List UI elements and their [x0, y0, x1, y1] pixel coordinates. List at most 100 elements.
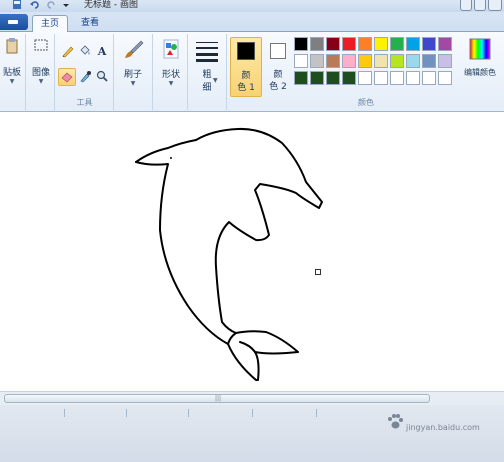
palette-swatch[interactable]: [390, 54, 404, 68]
palette-swatch[interactable]: [374, 54, 388, 68]
horizontal-scrollbar[interactable]: |||: [0, 391, 504, 405]
brushes-group: 刷子 ▼: [115, 34, 153, 110]
palette-swatch[interactable]: [374, 71, 388, 85]
palette-swatch[interactable]: [438, 71, 452, 85]
colors-group-label: 颜色: [358, 98, 374, 107]
canvas-resize-handle[interactable]: [315, 269, 321, 275]
brush-icon: [125, 40, 144, 58]
undo-icon[interactable]: [30, 0, 40, 10]
palette-swatch[interactable]: [310, 37, 324, 51]
fill-bucket-icon[interactable]: [77, 44, 93, 60]
palette-swatch[interactable]: [310, 54, 324, 68]
save-icon[interactable]: [12, 0, 22, 10]
brushes-button[interactable]: 刷子 ▼: [115, 38, 151, 87]
scrollbar-thumb[interactable]: |||: [4, 394, 430, 403]
tools-group: A 工具: [56, 34, 114, 110]
window-title: 无标题 - 画图: [84, 0, 138, 10]
eraser-icon[interactable]: [58, 68, 76, 86]
minimize-button[interactable]: [460, 0, 472, 11]
palette-swatch[interactable]: [390, 71, 404, 85]
image-button[interactable]: 图像 ▼: [27, 38, 55, 85]
redo-icon[interactable]: [46, 0, 56, 10]
palette-swatch[interactable]: [422, 54, 436, 68]
palette-swatch[interactable]: [406, 71, 420, 85]
color2-swatch: [270, 43, 286, 59]
maximize-button[interactable]: [474, 0, 486, 11]
palette-swatch[interactable]: [326, 71, 340, 85]
shapes-label: 形状: [161, 70, 180, 80]
palette-swatch[interactable]: [294, 54, 308, 68]
chevron-down-icon: ▼: [168, 80, 174, 87]
palette-swatch[interactable]: [310, 71, 324, 85]
size-label-1: 粗: [202, 70, 212, 80]
palette-swatch[interactable]: [390, 37, 404, 51]
paste-label: 贴板: [2, 68, 21, 78]
shapes-button[interactable]: 形状 ▼: [154, 38, 188, 87]
chevron-down-icon: ▼: [9, 78, 15, 85]
quick-access-dropdown-icon[interactable]: [62, 0, 72, 10]
palette-swatch[interactable]: [342, 37, 356, 51]
grip-icon: |||: [215, 395, 222, 402]
chevron-down-icon: ▼: [130, 80, 136, 87]
palette-swatch[interactable]: [326, 37, 340, 51]
brush-label: 刷子: [123, 70, 142, 80]
size-button[interactable]: 粗 细 ▼: [189, 40, 225, 93]
status-divider: [64, 409, 65, 417]
size-label-2: 细: [202, 83, 212, 93]
shapes-icon: [163, 39, 179, 59]
color1-swatch: [237, 42, 255, 60]
ribbon-tabs: 主页 查看: [0, 12, 504, 32]
palette-swatch[interactable]: [326, 54, 340, 68]
palette-swatch[interactable]: [406, 54, 420, 68]
color2-button[interactable]: 颜 色 2: [264, 37, 292, 97]
status-divider: [252, 409, 253, 417]
color1-label-2: 色 1: [237, 83, 255, 93]
chevron-down-icon: ▼: [38, 78, 44, 85]
tab-home[interactable]: 主页: [32, 15, 68, 32]
app-menu-button[interactable]: [0, 14, 28, 30]
text-icon[interactable]: A: [94, 44, 110, 60]
close-button[interactable]: [488, 0, 502, 11]
palette-swatch[interactable]: [438, 37, 452, 51]
tab-view[interactable]: 查看: [72, 15, 108, 32]
chevron-down-icon: ▼: [213, 77, 218, 84]
status-divider: [316, 409, 317, 417]
size-group: 粗 细 ▼: [189, 34, 227, 110]
color-picker-icon[interactable]: [77, 69, 93, 85]
palette-swatch[interactable]: [374, 37, 388, 51]
palette-swatch[interactable]: [358, 71, 372, 85]
line-size-icon: [196, 42, 218, 62]
clipboard-icon: [6, 38, 18, 54]
rainbow-palette-icon: [469, 38, 491, 60]
palette-swatch[interactable]: [406, 37, 420, 51]
color1-button[interactable]: 颜 色 1: [230, 37, 262, 97]
status-divider: [126, 409, 127, 417]
status-bar: jingyan.baidu.com: [0, 405, 504, 462]
palette-swatch[interactable]: [294, 37, 308, 51]
palette-swatch[interactable]: [438, 54, 452, 68]
drawing-canvas[interactable]: [0, 113, 504, 391]
paste-button[interactable]: 贴板 ▼: [0, 38, 24, 85]
edit-colors-button[interactable]: 编辑颜色: [458, 38, 502, 98]
palette-swatch[interactable]: [358, 54, 372, 68]
watermark: jingyan.baidu.com: [386, 409, 502, 439]
colors-group: 颜 色 1 颜 色 2 编辑颜色 颜色: [228, 34, 504, 110]
edit-colors-label: 编辑颜色: [464, 68, 496, 77]
pencil-icon[interactable]: [60, 44, 76, 60]
palette-swatch[interactable]: [358, 37, 372, 51]
palette-swatch[interactable]: [422, 71, 436, 85]
palette-swatch[interactable]: [342, 71, 356, 85]
dolphin-drawing: [135, 127, 323, 381]
color2-label-2: 色 2: [269, 82, 287, 92]
image-group: 图像 ▼: [27, 34, 55, 110]
shapes-group: 形状 ▼: [154, 34, 188, 110]
ribbon: 贴板 ▼ 图像 ▼ A 工具 刷子 ▼ 形状 ▼ 粗 细 ▼ 颜 色 1 颜 色…: [0, 32, 504, 112]
tools-group-label: 工具: [76, 98, 93, 107]
palette-swatch[interactable]: [422, 37, 436, 51]
clipboard-group: 贴板 ▼: [0, 34, 26, 110]
title-bar: 无标题 - 画图: [0, 0, 504, 12]
select-icon: [34, 39, 48, 51]
palette-swatch[interactable]: [342, 54, 356, 68]
palette-swatch[interactable]: [294, 71, 308, 85]
magnifier-icon[interactable]: [94, 69, 110, 85]
